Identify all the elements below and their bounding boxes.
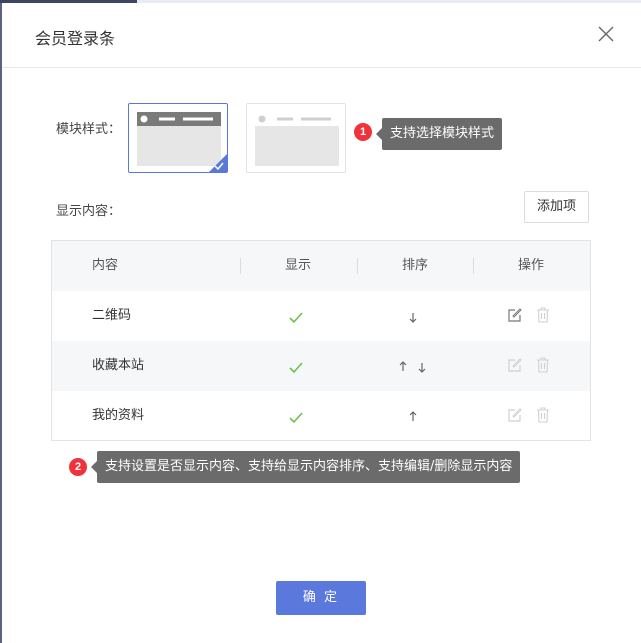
add-item-button[interactable]: 添加项 <box>524 191 589 223</box>
header-sort: 排序 <box>402 258 429 273</box>
dialog: 会员登录条 模块样式： 1 支持选择模块样式 显示内容： 添加项 内容 显示 排… <box>2 3 641 643</box>
check-icon[interactable] <box>289 409 303 428</box>
arrow-down-icon[interactable] <box>418 359 426 378</box>
check-icon[interactable] <box>289 359 303 378</box>
dialog-title: 会员登录条 <box>35 29 116 48</box>
close-icon[interactable] <box>597 25 615 43</box>
annotation-badge-2: 2 <box>69 458 87 476</box>
header-actions: 操作 <box>518 258 545 273</box>
header-divider <box>473 258 474 274</box>
row-name: 收藏本站 <box>92 358 145 373</box>
check-icon[interactable] <box>289 309 303 328</box>
confirm-button[interactable]: 确 定 <box>276 581 366 615</box>
annotation-badge-1: 1 <box>354 123 372 141</box>
header-divider <box>240 258 241 274</box>
dialog-header: 会员登录条 <box>2 3 641 68</box>
table-row: 收藏本站 <box>52 341 590 391</box>
row-name: 我的资料 <box>92 408 145 423</box>
style-option-1[interactable] <box>128 103 228 173</box>
table-row: 我的资料 <box>52 391 590 441</box>
header-content: 内容 <box>92 258 119 273</box>
edit-icon[interactable] <box>507 407 523 427</box>
delete-icon[interactable] <box>536 307 550 327</box>
arrow-up-icon[interactable] <box>399 357 407 376</box>
annotation-tooltip-1: 支持选择模块样式 <box>376 118 503 150</box>
annotation-text-1: 支持选择模块样式 <box>390 126 495 141</box>
arrow-up-icon[interactable] <box>409 407 417 426</box>
edit-icon[interactable] <box>507 307 523 327</box>
content-label: 显示内容： <box>56 204 122 219</box>
table-row: 二维码 <box>52 291 590 341</box>
module-style-label: 模块样式： <box>56 122 122 137</box>
delete-icon[interactable] <box>536 407 550 427</box>
header-visible: 显示 <box>285 258 312 273</box>
arrow-down-icon[interactable] <box>409 309 417 328</box>
annotation-tooltip-2: 支持设置是否显示内容、支持给显示内容排序、支持编辑/删除显示内容 <box>91 451 521 483</box>
style-option-2[interactable] <box>246 103 346 173</box>
table-header: 内容 显示 排序 操作 <box>52 241 590 291</box>
header-divider <box>357 258 358 274</box>
edit-icon[interactable] <box>507 357 523 377</box>
annotation-text-2: 支持设置是否显示内容、支持给显示内容排序、支持编辑/删除显示内容 <box>105 459 513 474</box>
row-name: 二维码 <box>92 308 132 323</box>
content-table: 内容 显示 排序 操作 二维码 收藏本站 我的资料 <box>51 240 591 441</box>
delete-icon[interactable] <box>536 357 550 377</box>
